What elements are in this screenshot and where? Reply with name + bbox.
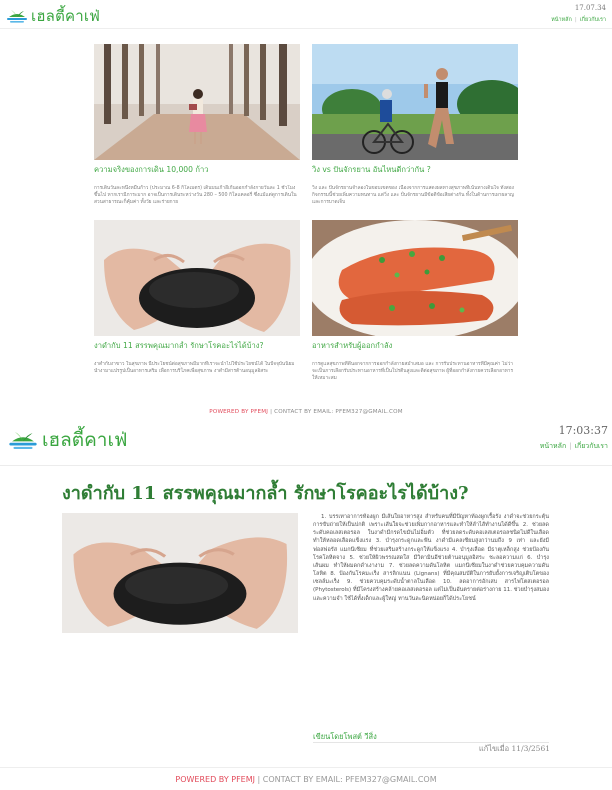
- footer-contact: | CONTACT BY EMAIL: PFEM327@GMAIL.COM: [255, 775, 437, 784]
- grilled-salmon-plate-photo[interactable]: [312, 220, 518, 336]
- top-nav: หน้าหลัก | เกี่ยวกับเรา: [540, 441, 608, 452]
- article-card[interactable]: งาดำกับ 11 สรรพคุณมากล้ำ รักษาโรคอะไรได้…: [94, 220, 300, 383]
- article-title[interactable]: งาดำกับ 11 สรรพคุณมากล้ำ รักษาโรคอะไรได้…: [94, 341, 300, 351]
- article-excerpt: วิ่ง และ ปั่นจักรยานจำลองในขอบเขตของ เนื…: [312, 186, 514, 206]
- article-excerpt: การเดินวันละหนึ่งหมื่นก้าว (ประมาณ 6-8 ก…: [94, 186, 297, 206]
- runner-and-cyclist-photo[interactable]: [312, 44, 518, 160]
- site-logo[interactable]: เฮลตี้คาเฟ่: [8, 425, 127, 455]
- footer-divider: [0, 767, 612, 768]
- nav-home-link[interactable]: หน้าหลัก: [540, 442, 566, 450]
- woman-reading-in-forest-photo[interactable]: [94, 44, 300, 160]
- site-footer: POWERED BY PFEMJ | CONTACT BY EMAIL: PFE…: [0, 775, 612, 784]
- footer-contact: | CONTACT BY EMAIL: PFEM327@GMAIL.COM: [268, 409, 403, 415]
- article-title[interactable]: ความจริงของการเดิน 10,000 ก้าว: [94, 165, 300, 175]
- article-card[interactable]: อาหารสำหรับผู้ออกกำลัง การดูแลสุขภาพที่ด…: [312, 220, 518, 383]
- clock-display: 17.07.34: [574, 4, 606, 12]
- footer-powered: POWERED BY PFEMJ: [175, 775, 255, 784]
- site-logo[interactable]: เฮลตี้คาเฟ่: [6, 4, 100, 28]
- article-card[interactable]: วิ่ง vs ปั่นจักรยาน อันไหนดีกว่ากัน ? วิ…: [312, 44, 518, 207]
- listing-page: เฮลตี้คาเฟ่ 17.07.34 หน้าหลัก | เกี่ยวกับเ…: [0, 0, 612, 421]
- article-card[interactable]: ความจริงของการเดิน 10,000 ก้าว การเดินวั…: [94, 44, 300, 207]
- article-title[interactable]: อาหารสำหรับผู้ออกกำลัง: [312, 341, 518, 351]
- nav-about-link[interactable]: เกี่ยวกับเรา: [575, 442, 608, 450]
- top-nav: หน้าหลัก | เกี่ยวกับเรา: [551, 16, 606, 24]
- header-divider: [0, 28, 612, 29]
- nav-separator: |: [569, 442, 572, 450]
- header-divider: [0, 465, 612, 466]
- article-headline: งาดำกับ 11 สรรพคุณมากล้ำ รักษาโรคอะไรได้…: [62, 483, 469, 504]
- black-sesame-in-hands-photo[interactable]: [94, 220, 300, 336]
- nav-separator: |: [574, 17, 577, 23]
- footer-powered: POWERED BY PFEMJ: [209, 409, 269, 415]
- nav-home-link[interactable]: หน้าหลัก: [551, 17, 572, 23]
- article-excerpt: งาดำกับงาขาว ในสุขภาพ นี้ประโยชน์ต่อสุขภ…: [94, 362, 295, 375]
- site-brand: เฮลตี้คาเฟ่: [42, 429, 128, 451]
- article-title[interactable]: วิ่ง vs ปั่นจักรยาน อันไหนดีกว่ากัน ?: [312, 165, 518, 175]
- article-paragraph: 1. บรรเทาอาการท้องผูก มีเส้นใยอาหารสูง ส…: [313, 514, 549, 602]
- black-sesame-in-hands-photo: [62, 513, 298, 633]
- site-brand: เฮลตี้คาเฟ่: [31, 7, 101, 25]
- article-body: 1. บรรเทาอาการท้องผูก มีเส้นใยอาหารสูง ส…: [313, 513, 549, 603]
- edited-date: แก้ไขเมื่อ 11/3/2561: [478, 744, 550, 753]
- article-excerpt: การดูแลสุขภาพที่ดีนอกจากการออกกำลังกายสม…: [312, 362, 514, 382]
- clock-display: 17:03:37: [558, 424, 608, 437]
- leaf-island-logo-icon: [7, 10, 27, 23]
- nav-about-link[interactable]: เกี่ยวกับเรา: [580, 17, 606, 23]
- leaf-island-logo-icon: [9, 431, 37, 449]
- site-footer: POWERED BY PFEMJ | CONTACT BY EMAIL: PFE…: [0, 409, 612, 415]
- article-page: เฮลตี้คาเฟ่ 17:03:37 หน้าหลัก | เกี่ยวกับเ…: [0, 421, 612, 790]
